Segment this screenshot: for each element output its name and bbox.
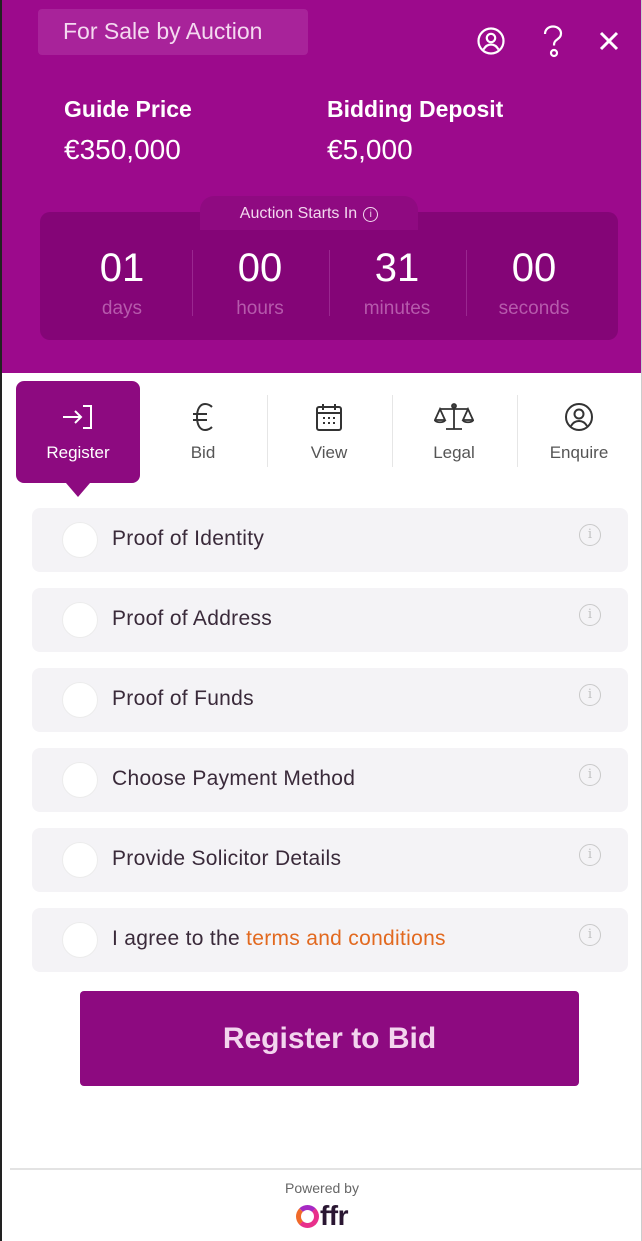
- login-arrow-icon: [16, 397, 140, 437]
- countdown-days: 01 days: [54, 244, 190, 320]
- tab-legal[interactable]: Legal: [392, 381, 516, 483]
- info-icon[interactable]: i: [579, 844, 601, 866]
- checklist-item-terms[interactable]: I agree to the terms and conditions i: [32, 908, 628, 972]
- register-to-bid-button[interactable]: Register to Bid: [80, 991, 579, 1086]
- checklist-item-payment[interactable]: Choose Payment Method i: [32, 748, 628, 812]
- tab-label: View: [310, 443, 348, 462]
- info-icon[interactable]: i: [579, 604, 601, 626]
- countdown-unit: seconds: [498, 298, 570, 319]
- checklist-item-funds[interactable]: Proof of Funds i: [32, 668, 628, 732]
- info-icon[interactable]: i: [579, 684, 601, 706]
- checklist-item-solicitor[interactable]: Provide Solicitor Details i: [32, 828, 628, 892]
- offr-logo[interactable]: ffr: [2, 1200, 641, 1232]
- logo-text: ffr: [319, 1200, 349, 1231]
- checkbox-circle[interactable]: [62, 522, 98, 558]
- countdown-unit: hours: [236, 298, 284, 319]
- checklist-label: Proof of Funds: [112, 687, 254, 710]
- footer-divider: [10, 1168, 641, 1170]
- checklist-label: Choose Payment Method: [112, 767, 356, 790]
- checkbox-circle[interactable]: [62, 842, 98, 878]
- powered-by-text: Powered by: [285, 1180, 359, 1196]
- info-icon[interactable]: i: [579, 924, 601, 946]
- checklist-label: Proof of Identity: [112, 527, 265, 550]
- countdown-caption: Auction Starts In i: [200, 196, 418, 230]
- terms-prefix: I agree to the: [112, 927, 247, 950]
- close-icon[interactable]: [592, 24, 626, 58]
- checkbox-circle[interactable]: [62, 922, 98, 958]
- guide-price-value: €350,000: [64, 134, 181, 165]
- action-tabs: Register Bid View Legal Enquire: [2, 373, 641, 498]
- logo-o-mark: [295, 1205, 319, 1228]
- calendar-icon: [267, 397, 391, 437]
- bidding-deposit-label: Bidding Deposit: [327, 96, 504, 122]
- info-icon[interactable]: i: [579, 764, 601, 786]
- user-circle-icon: [517, 397, 641, 437]
- info-icon[interactable]: i: [363, 207, 379, 222]
- countdown-unit: minutes: [363, 298, 431, 319]
- countdown-hours: 00 hours: [192, 244, 328, 320]
- tab-label: Legal: [433, 443, 475, 462]
- guide-price-label: Guide Price: [64, 96, 192, 122]
- countdown-seconds: 00 seconds: [466, 244, 602, 320]
- checklist-label: Proof of Address: [112, 607, 273, 630]
- tab-label: Register: [46, 443, 110, 462]
- scales-icon: [392, 397, 516, 437]
- checkbox-circle[interactable]: [62, 602, 98, 638]
- tab-label: Enquire: [549, 443, 609, 462]
- tab-enquire[interactable]: Enquire: [517, 381, 641, 483]
- checklist-item-address[interactable]: Proof of Address i: [32, 588, 628, 652]
- countdown-unit: days: [101, 298, 143, 319]
- help-icon[interactable]: [536, 24, 570, 58]
- sale-type-badge: For Sale by Auction: [38, 9, 308, 55]
- user-icon[interactable]: [474, 24, 508, 58]
- checklist-label: I agree to the terms and conditions: [112, 927, 446, 951]
- tab-bid[interactable]: Bid: [141, 381, 265, 483]
- countdown-caption-text: Auction Starts In: [239, 205, 358, 222]
- info-icon[interactable]: i: [579, 524, 601, 546]
- checklist-item-identity[interactable]: Proof of Identity i: [32, 508, 628, 572]
- countdown-minutes: 31 minutes: [329, 244, 465, 320]
- checkbox-circle[interactable]: [62, 682, 98, 718]
- tab-view[interactable]: View: [267, 381, 391, 483]
- terms-link[interactable]: terms and conditions: [246, 927, 446, 950]
- checklist-label: Provide Solicitor Details: [112, 847, 342, 870]
- auction-header: For Sale by Auction Guide Price €350,000…: [2, 0, 641, 373]
- euro-icon: [141, 397, 265, 437]
- countdown-value: 31: [374, 246, 420, 290]
- tab-label: Bid: [190, 443, 216, 462]
- checkbox-circle[interactable]: [62, 762, 98, 798]
- auction-widget: For Sale by Auction Guide Price €350,000…: [0, 0, 642, 1241]
- countdown-value: 00: [511, 246, 557, 290]
- countdown-value: 00: [237, 246, 283, 290]
- countdown-value: 01: [99, 246, 145, 290]
- tab-register[interactable]: Register: [16, 381, 140, 497]
- bidding-deposit-value: €5,000: [327, 134, 413, 165]
